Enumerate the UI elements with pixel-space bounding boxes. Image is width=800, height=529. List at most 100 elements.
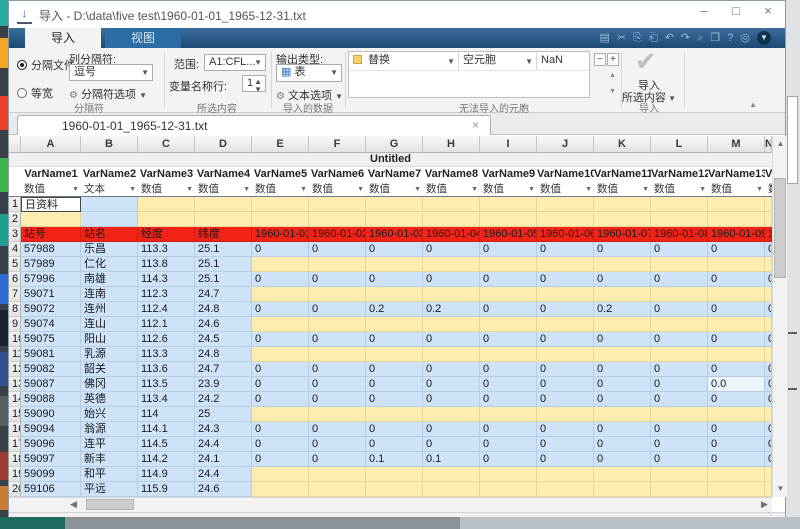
cell[interactable] xyxy=(708,257,765,272)
chevron-down-icon[interactable]: ▼ xyxy=(756,183,763,197)
cell[interactable] xyxy=(309,467,366,482)
cell[interactable]: 0 xyxy=(651,377,708,392)
cell[interactable] xyxy=(195,197,252,212)
cell[interactable]: 0 xyxy=(480,452,537,467)
cell[interactable]: 0 xyxy=(423,332,480,347)
column-header-M[interactable]: M xyxy=(708,136,765,153)
varname-cell[interactable]: VarName7 xyxy=(366,167,423,182)
cell[interactable]: 0 xyxy=(765,452,772,467)
cell[interactable]: 站名 xyxy=(81,227,138,242)
cell[interactable] xyxy=(366,347,423,362)
cell[interactable]: 1960-01-03 xyxy=(366,227,423,242)
row-number[interactable]: 10 xyxy=(9,332,21,347)
row-number[interactable]: 15 xyxy=(9,407,21,422)
cell[interactable] xyxy=(765,212,772,227)
ribbon-collapse-icon[interactable]: ▲ xyxy=(749,100,757,109)
cell[interactable]: 日资料 xyxy=(21,197,81,212)
column-header-J[interactable]: J xyxy=(537,136,594,153)
chevron-down-icon[interactable]: ▼ xyxy=(585,183,592,197)
close-button[interactable]: × xyxy=(759,3,777,18)
cell[interactable]: 0 xyxy=(309,332,366,347)
cell[interactable]: 24.8 xyxy=(195,302,252,317)
cell[interactable] xyxy=(708,482,765,497)
row-number[interactable]: 6 xyxy=(9,272,21,287)
column-header-G[interactable]: G xyxy=(366,136,423,153)
cell[interactable]: 0 xyxy=(309,302,366,317)
column-header-L[interactable]: L xyxy=(651,136,708,153)
cell[interactable]: 24.5 xyxy=(195,332,252,347)
toolbar-dropdown-icon[interactable]: ▼ xyxy=(757,31,771,45)
cut-icon[interactable]: ✂ xyxy=(617,29,626,47)
row-number[interactable]: 7 xyxy=(9,287,21,302)
chevron-down-icon[interactable]: ▼ xyxy=(243,183,250,197)
cell[interactable]: 59099 xyxy=(21,467,81,482)
cell[interactable] xyxy=(81,197,138,212)
cell[interactable]: 0 xyxy=(651,392,708,407)
cell[interactable] xyxy=(594,347,651,362)
cell[interactable]: 112.1 xyxy=(138,317,195,332)
cell[interactable]: 0 xyxy=(252,452,309,467)
cell[interactable]: 59072 xyxy=(21,302,81,317)
cell[interactable]: 0 xyxy=(309,392,366,407)
cell[interactable]: 英德 xyxy=(81,392,138,407)
cell[interactable]: 112.4 xyxy=(138,302,195,317)
cell[interactable]: 1960-01-05 xyxy=(480,227,537,242)
cell[interactable]: 0 xyxy=(366,242,423,257)
cell[interactable]: 0.2 xyxy=(594,302,651,317)
cell[interactable]: 59088 xyxy=(21,392,81,407)
cell[interactable] xyxy=(252,197,309,212)
varname-cell[interactable]: VarName14 xyxy=(765,167,772,182)
row-number[interactable]: 13 xyxy=(9,377,21,392)
cell[interactable]: 57988 xyxy=(21,242,81,257)
cell[interactable]: 0 xyxy=(708,392,765,407)
cell[interactable]: 114.2 xyxy=(138,452,195,467)
cell[interactable] xyxy=(765,287,772,302)
cell[interactable]: 59094 xyxy=(21,422,81,437)
cell[interactable] xyxy=(594,407,651,422)
cell[interactable]: 0.1 xyxy=(423,452,480,467)
cell[interactable]: 113.8 xyxy=(138,257,195,272)
cell[interactable]: 0 xyxy=(594,392,651,407)
cell[interactable] xyxy=(423,467,480,482)
type-selector-cell[interactable]: 数值▼ xyxy=(708,182,765,197)
cell[interactable]: 23.9 xyxy=(195,377,252,392)
cell[interactable] xyxy=(366,212,423,227)
cell[interactable]: 翁源 xyxy=(81,422,138,437)
stepper-down-icon[interactable]: ▼ xyxy=(254,82,262,92)
cell[interactable]: 114.3 xyxy=(138,272,195,287)
cell[interactable]: 59071 xyxy=(21,287,81,302)
cell[interactable]: 0 xyxy=(309,452,366,467)
cell[interactable]: 0 xyxy=(366,332,423,347)
cell[interactable]: 0 xyxy=(708,332,765,347)
help-icon[interactable]: ? xyxy=(727,29,733,47)
type-selector-cell[interactable]: 数值▼ xyxy=(366,182,423,197)
save-icon[interactable]: ▤ xyxy=(600,29,610,47)
rule-target-combobox[interactable]: 空元胞 ▼ xyxy=(459,52,537,70)
cell[interactable]: 0 xyxy=(309,377,366,392)
cell[interactable]: 0 xyxy=(708,452,765,467)
cell[interactable] xyxy=(423,287,480,302)
type-selector-cell[interactable]: 数值▼ xyxy=(651,182,708,197)
cell[interactable] xyxy=(765,407,772,422)
scroll-up-icon[interactable]: ▲ xyxy=(773,136,788,152)
title-bar[interactable]: ↓ 导入 - D:\data\five test\1960-01-01_1965… xyxy=(9,1,785,28)
cell[interactable] xyxy=(138,212,195,227)
row-number[interactable]: 9 xyxy=(9,317,21,332)
cell[interactable] xyxy=(708,287,765,302)
cell[interactable]: 0.2 xyxy=(423,302,480,317)
cell[interactable] xyxy=(594,482,651,497)
add-rule-button[interactable]: + xyxy=(607,53,619,66)
cell[interactable]: 1960-01-09 xyxy=(708,227,765,242)
cell[interactable]: 24.6 xyxy=(195,317,252,332)
cell[interactable]: 0 xyxy=(651,302,708,317)
row-number[interactable]: 17 xyxy=(9,437,21,452)
cell[interactable] xyxy=(81,212,138,227)
cell[interactable] xyxy=(309,212,366,227)
cell[interactable] xyxy=(138,197,195,212)
row-number[interactable]: 1 xyxy=(9,197,21,212)
cell[interactable]: 0 xyxy=(252,437,309,452)
row-number[interactable]: 4 xyxy=(9,242,21,257)
vertical-scrollbar[interactable]: ▲ ▼ xyxy=(772,136,787,497)
cell[interactable] xyxy=(480,212,537,227)
cell[interactable]: 0 xyxy=(480,437,537,452)
